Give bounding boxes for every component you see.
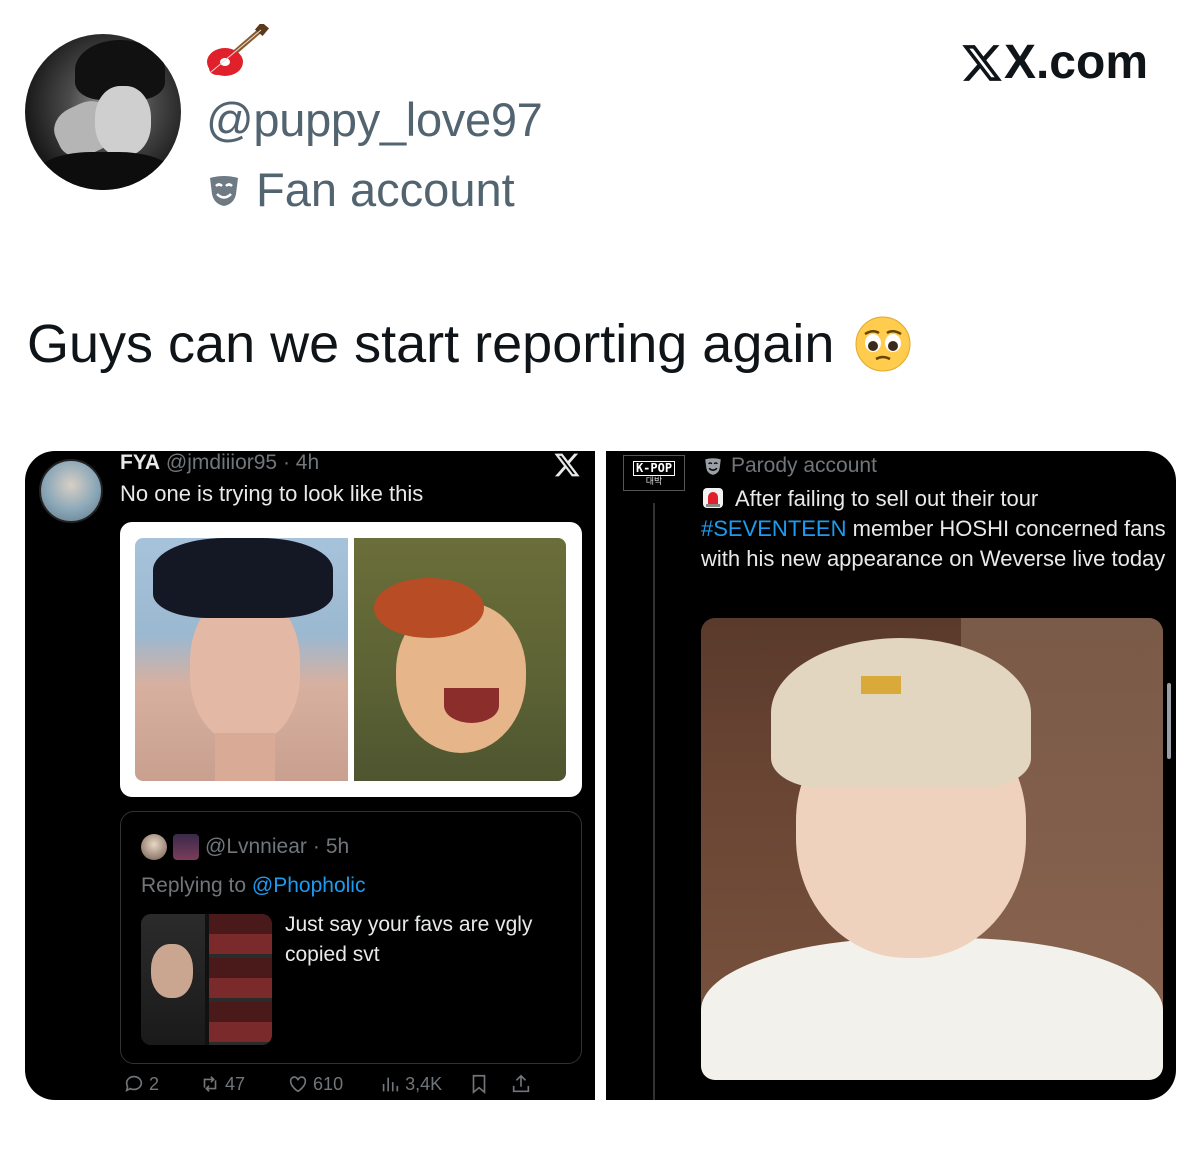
parody-label-row: Parody account [703, 454, 877, 478]
photo-neck [215, 733, 275, 781]
photo-cap [771, 638, 1031, 788]
fya-handle: @jmdiiior95 [165, 451, 278, 474]
brand-logo: X.com [960, 35, 1148, 90]
heart-icon [289, 1076, 307, 1093]
right-screenshot: K-POP 대박 Parody account After failing to… [606, 451, 1176, 1100]
kpop-text-line1: After failing to sell out their tour [735, 486, 1039, 511]
views-button[interactable]: 3,4K [379, 1073, 442, 1095]
tweet-text: Guys can we start reporting again [27, 314, 835, 374]
separator-dot: · [277, 451, 296, 474]
action-bar: 2 47 610 3,4K [123, 1073, 532, 1095]
repost-icon [203, 1076, 217, 1092]
theater-mask-icon [210, 175, 238, 206]
x-logo-icon [554, 453, 580, 477]
reply-icon [125, 1075, 143, 1092]
avatar-coat [35, 152, 175, 190]
photo-shirt [701, 938, 1163, 1080]
replying-handle[interactable]: @Phopholic [252, 874, 366, 897]
scrollbar[interactable] [1167, 683, 1171, 759]
avatar-face [95, 86, 151, 156]
profile-handle[interactable]: @puppy_love97 [206, 92, 543, 147]
fya-name-row: FYA @jmdiiior95 · 4h [120, 451, 319, 475]
bookmark-icon[interactable] [468, 1073, 490, 1095]
fya-tweet-text: No one is trying to look like this [120, 481, 424, 506]
quote-image-portrait [141, 914, 205, 1045]
like-button[interactable]: 610 [287, 1073, 343, 1095]
quote-image-face [151, 944, 193, 998]
repost-button[interactable]: 47 [199, 1073, 245, 1095]
quote-age: 5h [325, 835, 350, 858]
kpop-avatar-text: K-POP [632, 460, 676, 476]
quote-avatar[interactable] [141, 834, 167, 860]
quote-image-collage [209, 914, 272, 1045]
reply-button[interactable]: 2 [123, 1073, 159, 1095]
pleading-face-icon [855, 316, 911, 372]
fya-avatar[interactable] [39, 459, 103, 523]
kpop-avatar-subtext: 대박 [645, 475, 663, 486]
person-photo[interactable] [135, 538, 348, 781]
views-icon [382, 1077, 399, 1092]
profile-avatar[interactable] [25, 34, 181, 190]
x-logo-icon [962, 44, 1002, 81]
quote-handle: @Lvnniear [205, 835, 307, 858]
brand-text: X.com [1003, 36, 1148, 89]
replying-prefix: Replying to [141, 874, 247, 897]
fya-age: 4h [295, 451, 320, 474]
cartoon-mouth [444, 688, 499, 723]
kpop-tweet-text: After failing to sell out their tour #SE… [701, 484, 1171, 574]
replying-to-row: Replying to @Phopholic [141, 874, 365, 898]
kpop-avatar[interactable]: K-POP 대박 [623, 455, 685, 491]
repost-count: 47 [225, 1073, 246, 1094]
reply-count: 2 [149, 1073, 160, 1094]
tweet-text-row: Guys can we start reporting again [27, 313, 912, 375]
photo-hair [153, 538, 333, 618]
cap-label [861, 676, 901, 694]
guitar-icon [205, 24, 269, 80]
quote-header: @Lvnniear · 5h [141, 834, 349, 860]
like-count: 610 [313, 1073, 344, 1094]
thread-line [653, 503, 655, 1100]
theater-mask-icon [705, 458, 721, 475]
vampire-emoji-icon [173, 834, 199, 860]
hoshi-photo[interactable] [701, 618, 1163, 1080]
fya-name: FYA [120, 451, 161, 474]
views-count: 3,4K [405, 1073, 443, 1094]
quote-image[interactable] [141, 914, 272, 1045]
quote-text: Just say your favs are vgly copied svt [285, 913, 533, 966]
share-icon[interactable] [510, 1073, 532, 1095]
cartoon-image[interactable] [354, 538, 566, 781]
parody-label: Parody account [731, 454, 877, 477]
quoted-reply[interactable]: @Lvnniear · 5h Replying to @Phopholic Just… [120, 811, 582, 1064]
seventeen-hashtag[interactable]: #SEVENTEEN [701, 516, 847, 541]
account-label-row: Fan account [206, 162, 515, 217]
separator-dot: · [312, 835, 320, 858]
siren-icon [703, 488, 723, 508]
cartoon-hair [374, 578, 484, 638]
comparison-image-card[interactable] [120, 522, 582, 797]
left-screenshot: FYA @jmdiiior95 · 4h No one is trying to… [25, 451, 595, 1100]
account-label: Fan account [256, 163, 515, 216]
